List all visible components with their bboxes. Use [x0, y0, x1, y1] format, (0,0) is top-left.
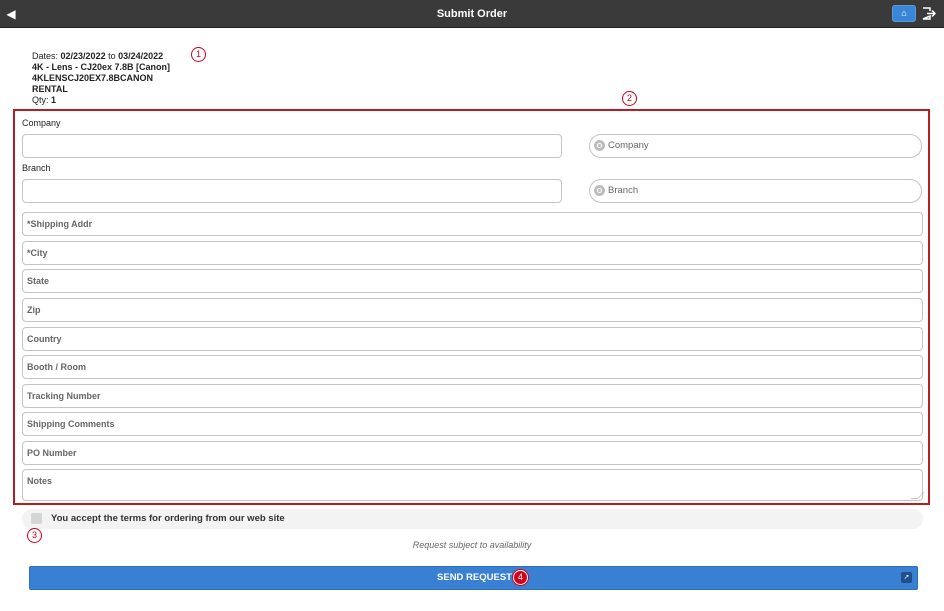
search-icon — [594, 185, 605, 196]
shipping-address-field[interactable]: *Shipping Addr — [22, 212, 923, 236]
zip-field[interactable]: Zip — [22, 298, 923, 322]
branch-search-input[interactable]: Branch — [589, 179, 922, 203]
shipping-address-placeholder: *Shipping Addr — [27, 219, 93, 229]
product-code: 4KLENSCJ20EX7.8BCANON — [32, 73, 154, 83]
dates-label: Dates: — [32, 51, 59, 61]
branch-search-placeholder: Branch — [608, 185, 639, 196]
booth-room-field[interactable]: Booth / Room — [22, 355, 923, 379]
branch-label: Branch — [22, 163, 51, 173]
chevron-left-icon[interactable]: ◀ — [4, 6, 18, 22]
state-field[interactable]: State — [22, 269, 923, 293]
send-request-label: SEND REQUEST — [30, 567, 919, 589]
tracking-number-placeholder: Tracking Number — [27, 391, 101, 401]
external-icon: ➚ — [901, 572, 912, 583]
qty-label: Qty: — [32, 95, 49, 105]
start-date: 02/23/2022 — [60, 51, 106, 61]
search-icon — [594, 140, 605, 151]
notes-placeholder: Notes — [27, 476, 53, 486]
booth-room-placeholder: Booth / Room — [27, 362, 86, 372]
shipping-comments-placeholder: Shipping Comments — [27, 419, 115, 429]
to-label: to — [108, 51, 116, 61]
notes-textarea[interactable]: Notes — [22, 469, 925, 501]
logout-icon[interactable] — [920, 5, 936, 22]
terms-checkbox[interactable] — [31, 513, 42, 524]
order-type: RENTAL — [32, 84, 68, 94]
availability-note: Request subject to availability — [412, 540, 532, 550]
order-summary: Dates: 02/23/2022 to 03/24/2022 4K - Len… — [32, 51, 170, 106]
company-search-input[interactable]: Company — [589, 134, 922, 158]
shipping-comments-field[interactable]: Shipping Comments — [22, 412, 923, 436]
top-bar: Submit Order ◀ ⌂ — [0, 0, 944, 28]
send-request-text: SEND REQUEST — [437, 572, 512, 583]
resize-handle-icon[interactable] — [910, 492, 925, 499]
order-dates: Dates: 02/23/2022 to 03/24/2022 — [32, 51, 170, 62]
branch-input[interactable] — [22, 179, 562, 203]
state-placeholder: State — [27, 276, 50, 286]
send-request-button[interactable]: SEND REQUEST ➚ — [29, 566, 918, 590]
tracking-number-field[interactable]: Tracking Number — [22, 384, 923, 408]
end-date: 03/24/2022 — [118, 51, 164, 61]
po-number-placeholder: PO Number — [27, 448, 77, 458]
annotation-marker-4: 4 — [513, 570, 528, 585]
company-label: Company — [22, 118, 61, 128]
company-input[interactable] — [22, 134, 562, 158]
page-title: Submit Order — [436, 8, 508, 20]
po-number-field[interactable]: PO Number — [22, 441, 923, 465]
company-search-placeholder: Company — [608, 140, 649, 151]
country-placeholder: Country — [27, 334, 62, 344]
product-name: 4K - Lens - CJ20ex 7.8B [Canon] — [32, 62, 171, 72]
annotation-marker-2: 2 — [622, 91, 637, 106]
terms-row[interactable]: You accept the terms for ordering from o… — [22, 509, 923, 529]
city-field[interactable]: *City — [22, 241, 923, 265]
country-field[interactable]: Country — [22, 327, 923, 351]
order-qty: Qty: 1 — [32, 95, 170, 106]
annotation-marker-1: 1 — [191, 47, 206, 62]
zip-placeholder: Zip — [27, 305, 41, 315]
city-placeholder: *City — [27, 248, 48, 258]
qty-value: 1 — [51, 95, 57, 105]
home-icon[interactable]: ⌂ — [892, 5, 916, 22]
terms-label: You accept the terms for ordering from o… — [51, 513, 285, 524]
